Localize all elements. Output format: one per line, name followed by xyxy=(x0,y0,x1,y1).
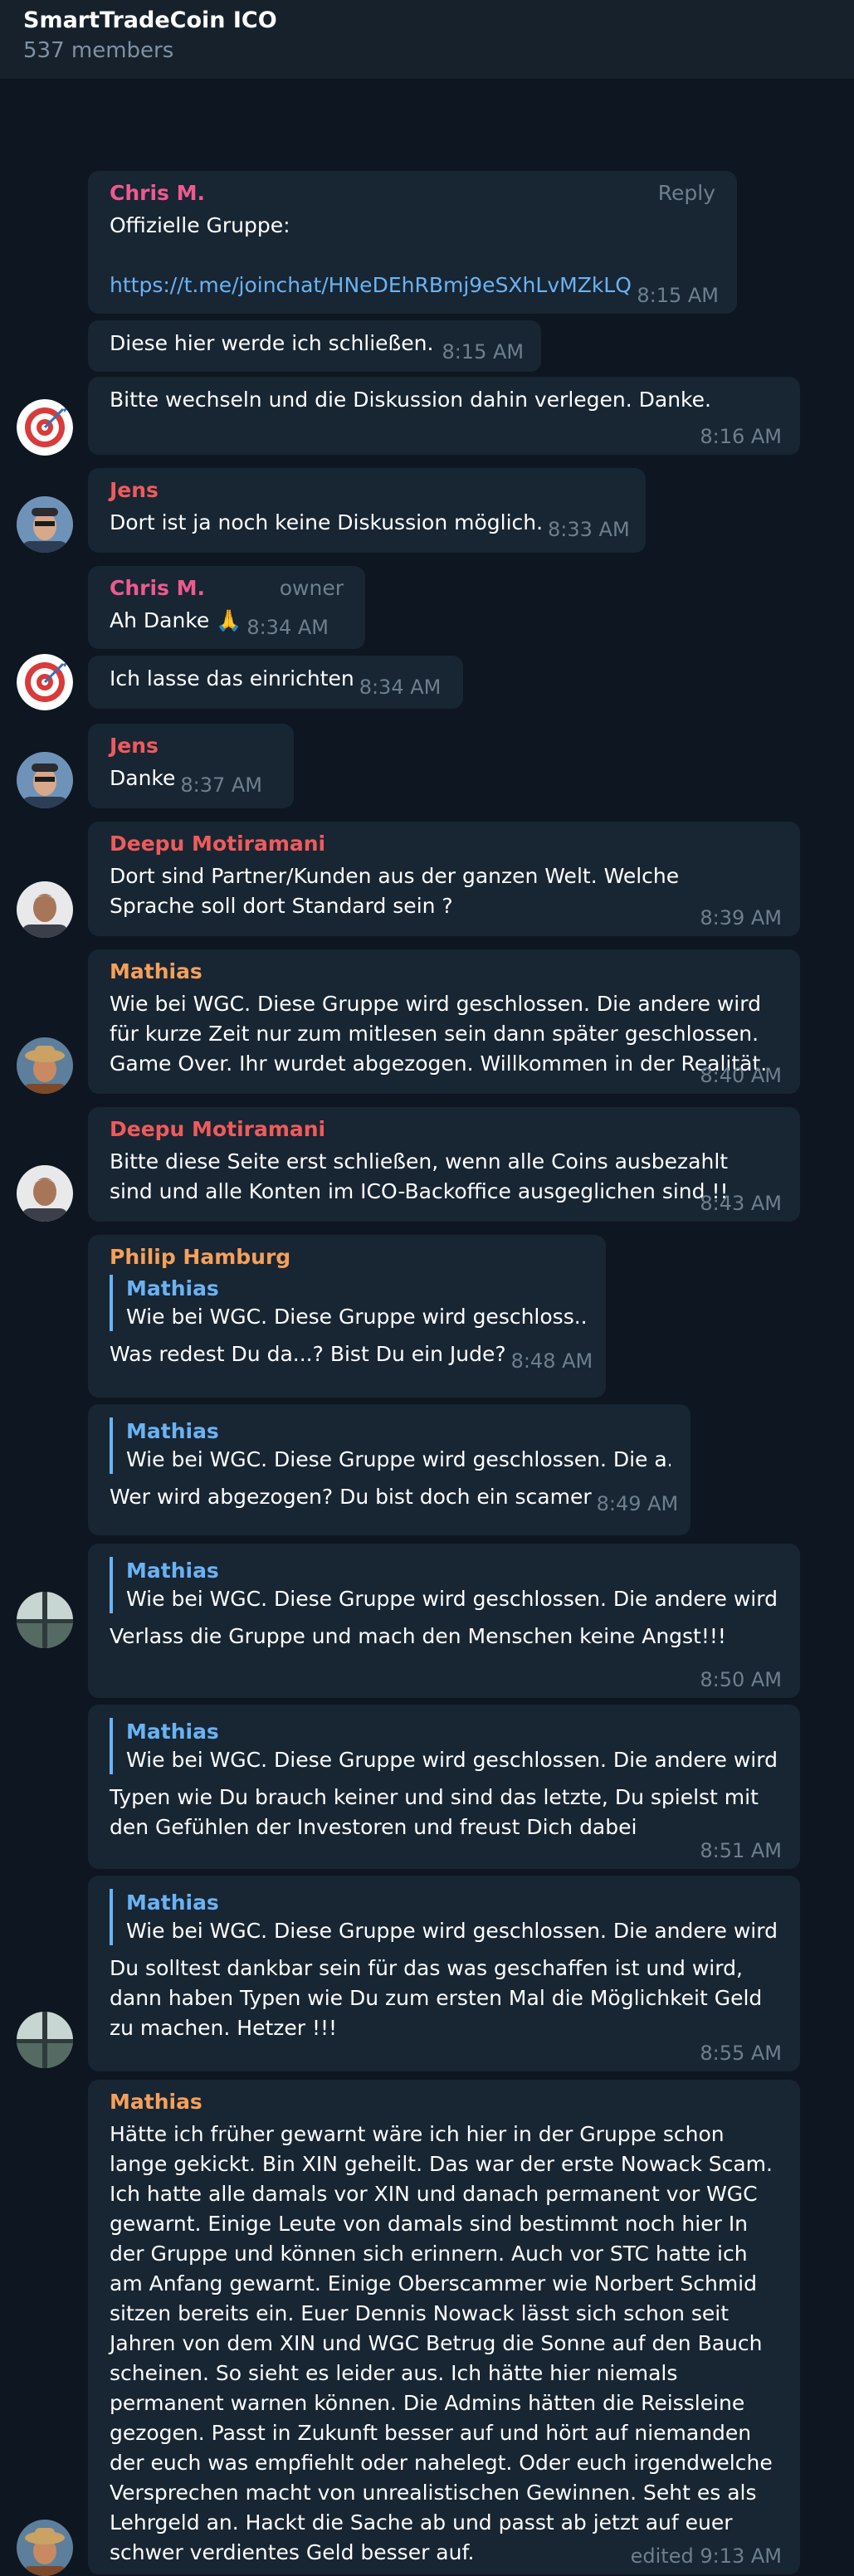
message-bubble[interactable]: Jens Danke 8:37 AM xyxy=(88,724,294,808)
message-time: 8:37 AM xyxy=(180,773,262,797)
target-avatar[interactable] xyxy=(17,654,73,710)
message-bubble[interactable]: Deepu Motiramani Dort sind Partner/Kunde… xyxy=(88,822,800,936)
message-text: Dort sind Partner/Kunden aus der ganzen … xyxy=(110,864,680,918)
message-bubble[interactable]: Mathias Wie bei WGC. Diese Gruppe wird g… xyxy=(88,1705,800,1869)
message-time: 8:55 AM xyxy=(700,2042,782,2065)
message-text: Typen wie Du brauch keiner und sind das … xyxy=(110,1785,759,1839)
target-icon xyxy=(17,399,73,456)
window-photo-icon xyxy=(17,2012,73,2068)
message-bubble[interactable]: Mathias Hätte ich früher gewarnt wäre ic… xyxy=(88,2080,800,2574)
sender-name[interactable]: Jens xyxy=(110,732,274,760)
message-text: Diese hier werde ich schließen. xyxy=(110,331,434,355)
message-time: 8:39 AM xyxy=(700,906,782,929)
reply-quote[interactable]: Mathias Wie bei WGC. Diese Gruppe wird g… xyxy=(110,1557,780,1613)
window-avatar[interactable] xyxy=(17,2012,73,2068)
window-avatar[interactable] xyxy=(17,1592,73,1648)
target-avatar[interactable] xyxy=(17,399,73,456)
quote-author: Mathias xyxy=(126,1276,219,1300)
message-text: Ich lasse das einrichten xyxy=(110,666,354,690)
message-text: Wer wird abgezogen? Du bist doch ein sca… xyxy=(110,1485,592,1509)
message-text: Bitte wechseln und die Diskussion dahin … xyxy=(110,388,711,412)
quote-text: Wie bei WGC. Diese Gruppe wird geschloss… xyxy=(126,1748,780,1772)
mathias-avatar[interactable] xyxy=(17,2520,73,2576)
jens-avatar[interactable] xyxy=(17,752,73,808)
person-photo-icon xyxy=(17,881,73,938)
reply-label[interactable]: Reply xyxy=(658,181,715,205)
person-photo-icon xyxy=(17,1037,73,1094)
chat-title: SmartTradeCoin ICO xyxy=(23,7,277,33)
message-time: 8:40 AM xyxy=(700,1064,782,1087)
chat-header[interactable]: SmartTradeCoin ICO 537 members xyxy=(0,0,854,80)
message-bubble[interactable]: Mathias Wie bei WGC. Diese Gruppe wird g… xyxy=(88,949,800,1094)
quote-author: Mathias xyxy=(126,1419,219,1443)
sender-name[interactable]: Philip Hamburg xyxy=(110,1243,586,1271)
sender-name[interactable]: Deepu Motiramani xyxy=(110,830,780,858)
reply-quote[interactable]: Mathias Wie bei WGC. Diese Gruppe wird g… xyxy=(110,1275,586,1331)
target-icon xyxy=(17,654,73,710)
quote-text: Wie bei WGC. Diese Gruppe wird geschloss… xyxy=(126,1919,780,1943)
quote-text: Wie bei WGC. Diese Gruppe wird geschloss… xyxy=(126,1587,780,1611)
message-time: 8:15 AM xyxy=(442,340,525,363)
owner-badge: owner xyxy=(279,576,344,600)
deepu-avatar[interactable] xyxy=(17,1165,73,1222)
message-time: 8:51 AM xyxy=(700,1839,782,1862)
message-text: Ah Danke 🙏 xyxy=(110,608,242,632)
message-text: Dort ist ja noch keine Diskussion möglic… xyxy=(110,510,544,534)
person-photo-icon xyxy=(17,2520,73,2576)
message-time: edited 9:13 AM xyxy=(630,2544,782,2568)
message-text: Was redest Du da...? Bist Du ein Jude? xyxy=(110,1342,506,1366)
message-bubble[interactable]: Diese hier werde ich schließen. 8:15 AM xyxy=(88,320,541,372)
member-count: 537 members xyxy=(23,38,174,63)
message-text: Bitte diese Seite erst schließen, wenn a… xyxy=(110,1149,729,1203)
deepu-avatar[interactable] xyxy=(17,881,73,938)
quote-author: Mathias xyxy=(126,1891,219,1915)
reply-quote[interactable]: Mathias Wie bei WGC. Diese Gruppe wird g… xyxy=(110,1889,780,1945)
message-time: 8:49 AM xyxy=(596,1492,679,1515)
mathias-avatar[interactable] xyxy=(17,1037,73,1094)
invite-link[interactable]: https://t.me/joinchat/HNeDEhRBmj9eSXhLvM… xyxy=(110,271,632,300)
message-text: Du solltest dankbar sein für das was ges… xyxy=(110,1956,763,2040)
sender-name[interactable]: Mathias xyxy=(110,2088,780,2116)
message-time: 8:15 AM xyxy=(637,284,719,307)
message-bubble[interactable]: Mathias Wie bei WGC. Diese Gruppe wird g… xyxy=(88,1544,800,1698)
message-bubble[interactable]: Chris M. owner Ah Danke 🙏 8:34 AM xyxy=(88,566,365,649)
message-time: 8:34 AM xyxy=(246,616,329,639)
message-bubble[interactable]: Mathias Wie bei WGC. Diese Gruppe wird g… xyxy=(88,1404,691,1535)
message-bubble[interactable]: Philip Hamburg Mathias Wie bei WGC. Dies… xyxy=(88,1235,606,1398)
message-time: 8:16 AM xyxy=(700,425,782,448)
message-text: Danke xyxy=(110,766,176,790)
message-bubble[interactable]: Jens Dort ist ja noch keine Diskussion m… xyxy=(88,468,646,553)
quote-text: Wie bei WGC. Diese Gruppe wird geschloss… xyxy=(126,1447,671,1471)
message-bubble[interactable]: Chris M. Reply Offizielle Gruppe: https:… xyxy=(88,171,737,314)
person-photo-icon xyxy=(17,1165,73,1222)
message-text: Offizielle Gruppe: xyxy=(110,213,290,237)
message-bubble[interactable]: Bitte wechseln und die Diskussion dahin … xyxy=(88,377,800,455)
message-text: Hätte ich früher gewarnt wäre ich hier i… xyxy=(110,2122,773,2564)
sender-name[interactable]: Chris M. xyxy=(110,179,717,207)
message-bubble[interactable]: Ich lasse das einrichten 8:34 AM xyxy=(88,656,463,709)
message-text: Verlass die Gruppe und mach den Menschen… xyxy=(110,1624,726,1648)
window-photo-icon xyxy=(17,1592,73,1648)
message-text: Wie bei WGC. Diese Gruppe wird geschloss… xyxy=(110,992,768,1076)
message-time: 8:48 AM xyxy=(510,1349,593,1373)
person-photo-icon xyxy=(17,752,73,808)
quote-author: Mathias xyxy=(126,1720,219,1744)
quote-author: Mathias xyxy=(126,1559,219,1583)
person-photo-icon xyxy=(17,496,73,553)
message-time: 8:43 AM xyxy=(700,1192,782,1215)
sender-name[interactable]: Mathias xyxy=(110,958,780,986)
reply-quote[interactable]: Mathias Wie bei WGC. Diese Gruppe wird g… xyxy=(110,1718,780,1774)
sender-name[interactable]: Deepu Motiramani xyxy=(110,1115,780,1144)
sender-name[interactable]: Jens xyxy=(110,476,626,505)
message-bubble[interactable]: Mathias Wie bei WGC. Diese Gruppe wird g… xyxy=(88,1876,800,2071)
message-bubble[interactable]: Deepu Motiramani Bitte diese Seite erst … xyxy=(88,1107,800,1222)
reply-quote[interactable]: Mathias Wie bei WGC. Diese Gruppe wird g… xyxy=(110,1417,671,1474)
message-time: 8:50 AM xyxy=(700,1668,782,1691)
message-time: 8:34 AM xyxy=(359,676,442,699)
quote-text: Wie bei WGC. Diese Gruppe wird geschloss… xyxy=(126,1305,586,1329)
message-time: 8:33 AM xyxy=(548,518,630,541)
jens-avatar[interactable] xyxy=(17,496,73,553)
